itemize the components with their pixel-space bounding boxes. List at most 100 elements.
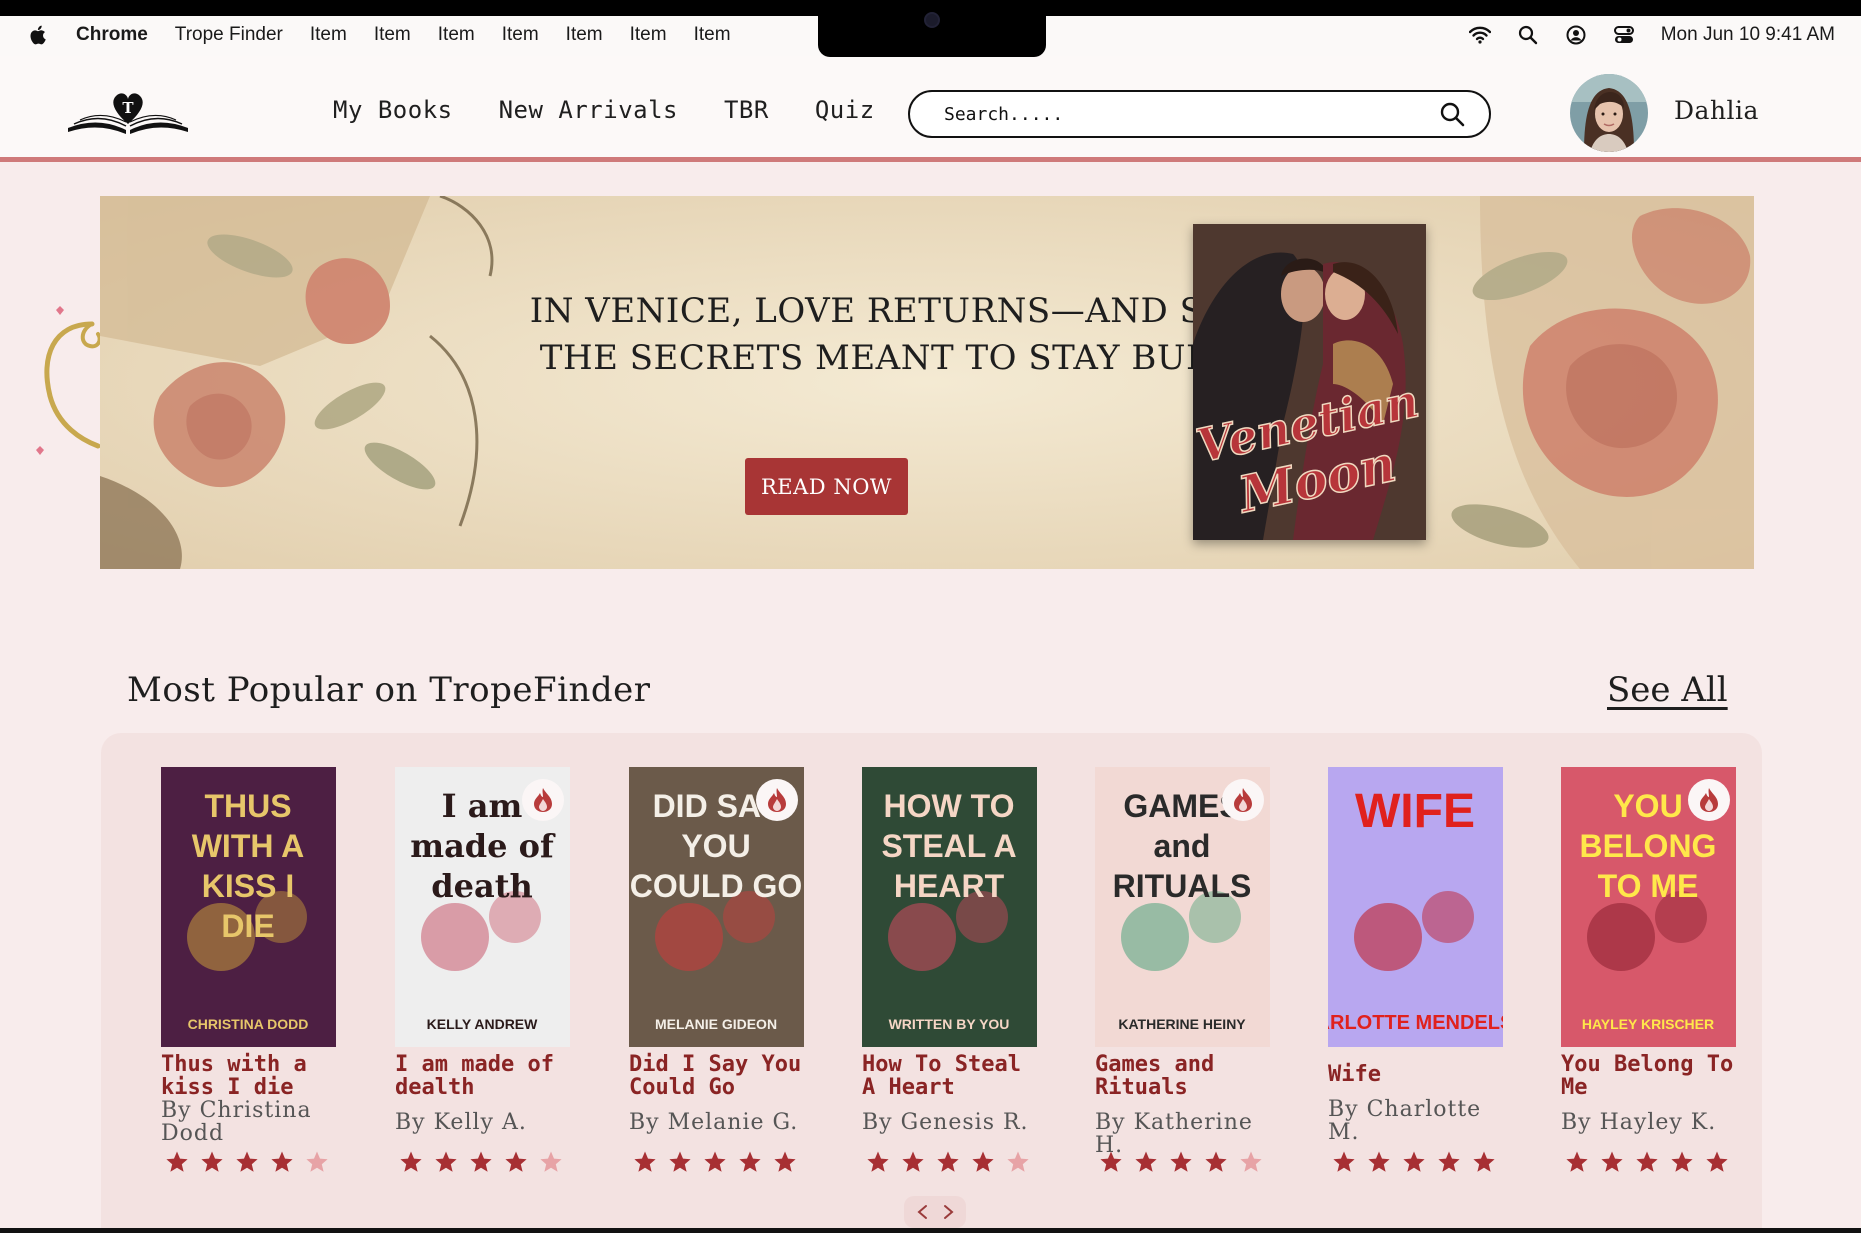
cover-title-text: KISS I	[202, 868, 294, 904]
book-title[interactable]: Games and Rituals	[1095, 1053, 1270, 1099]
spotlight-search-icon[interactable]	[1517, 24, 1539, 46]
book-cover[interactable]: WIFE CHARLOTTE MENDELSON	[1328, 767, 1503, 1047]
user-account-icon[interactable]	[1565, 24, 1587, 46]
book-card[interactable]: HOW TO STEAL A HEART WRITTEN BY YOU How To S…	[862, 767, 1037, 1134]
see-all-link[interactable]: See All	[1607, 670, 1728, 710]
cover-title-text: I am	[442, 787, 523, 825]
avatar[interactable]	[1570, 74, 1648, 152]
book-card[interactable]: GAMES and RITUALS KATHERINE HEINY Games and …	[1095, 767, 1270, 1157]
username[interactable]: Dahlia	[1674, 96, 1759, 125]
menu-trope-finder[interactable]: Trope Finder	[175, 24, 283, 46]
book-card[interactable]: WIFE CHARLOTTE MENDELSON Wife By Charlotte …	[1328, 767, 1503, 1144]
star-icon	[1170, 1151, 1192, 1172]
favorite-flame-icon[interactable]	[1222, 779, 1264, 821]
star-icon	[902, 1151, 924, 1172]
favorite-flame-icon[interactable]	[1688, 779, 1730, 821]
menu-item[interactable]: Item	[630, 24, 667, 46]
star-icon	[1706, 1151, 1728, 1172]
nav-tbr[interactable]: TBR	[724, 96, 769, 124]
book-title[interactable]: Thus with a kiss I die	[161, 1053, 336, 1099]
star-icon	[972, 1151, 994, 1172]
menu-item[interactable]: Item	[310, 24, 347, 46]
menu-chrome[interactable]: Chrome	[76, 24, 148, 46]
book-cover[interactable]: HOW TO STEAL A HEART WRITTEN BY YOU	[862, 767, 1037, 1047]
menu-item[interactable]: Item	[374, 24, 411, 46]
rating-stars	[1565, 1150, 1740, 1174]
cover-title-text: YOU	[681, 828, 750, 864]
chevron-right-icon[interactable]	[941, 1204, 955, 1220]
wifi-icon[interactable]	[1468, 24, 1491, 46]
control-center-icon[interactable]	[1613, 24, 1635, 46]
menu-item[interactable]: Item	[502, 24, 539, 46]
star-icon	[704, 1151, 726, 1172]
book-card[interactable]: I am made of death KELLY ANDREW I am made of…	[395, 767, 570, 1134]
main-nav: My Books New Arrivals TBR Quiz	[333, 96, 921, 124]
book-cover[interactable]: THUS WITH A KISS I DIE CHRISTINA DODD	[161, 767, 336, 1047]
cover-title-text: WIFE	[1355, 785, 1475, 838]
book-author: By Genesis R.	[862, 1110, 1029, 1135]
featured-book-cover[interactable]: Venetian Moon	[1193, 224, 1426, 540]
book-cover[interactable]: GAMES and RITUALS KATHERINE HEINY	[1095, 767, 1270, 1047]
star-icon	[1566, 1151, 1588, 1172]
read-now-button[interactable]: READ NOW	[745, 458, 908, 515]
cover-title-text: HEART	[894, 868, 1005, 904]
book-title[interactable]: How To Steal A Heart	[862, 1053, 1037, 1099]
star-icon	[1671, 1151, 1693, 1172]
star-icon	[1368, 1151, 1390, 1172]
cover-author-text: KELLY ANDREW	[427, 1016, 539, 1032]
favorite-flame-icon[interactable]	[522, 779, 564, 821]
book-cover[interactable]: I am made of death KELLY ANDREW	[395, 767, 570, 1047]
rating-stars	[1099, 1150, 1274, 1174]
nav-quiz[interactable]: Quiz	[815, 96, 875, 124]
cover-author-text: CHRISTINA DODD	[188, 1016, 309, 1032]
cover-author-text: HAYLEY KRISCHER	[1582, 1016, 1714, 1032]
nav-my-books[interactable]: My Books	[333, 96, 453, 124]
menu-item[interactable]: Item	[438, 24, 475, 46]
chevron-left-icon[interactable]	[916, 1204, 930, 1220]
book-author: By Hayley K.	[1561, 1110, 1717, 1135]
cover-title-text: TO ME	[1598, 868, 1699, 904]
cover-title-text: WITH A	[192, 828, 305, 864]
book-card[interactable]: DID SAY YOU COULD GO MELANIE GIDEON Did I Sa…	[629, 767, 804, 1134]
system-menu-bar: Chrome Trope Finder Item Item Item Item …	[0, 0, 1861, 57]
star-icon	[435, 1151, 457, 1172]
star-icon	[201, 1151, 223, 1172]
cover-title-text: DIE	[221, 908, 274, 944]
section-title: Most Popular on TropeFinder	[127, 670, 651, 710]
star-icon	[1007, 1151, 1029, 1172]
menu-item[interactable]: Item	[566, 24, 603, 46]
star-icon	[1438, 1151, 1460, 1172]
star-icon	[867, 1151, 889, 1172]
book-cover[interactable]: YOU BELONG TO ME HAYLEY KRISCHER	[1561, 767, 1736, 1047]
book-author: By Christina Dodd	[161, 1098, 312, 1146]
search-icon[interactable]	[1439, 101, 1465, 127]
camera-icon	[924, 12, 940, 28]
book-title[interactable]: Did I Say You Could Go	[629, 1053, 804, 1099]
star-icon	[634, 1151, 656, 1172]
star-icon	[1473, 1151, 1495, 1172]
tropefinder-logo-icon[interactable]: T	[64, 86, 192, 138]
book-card[interactable]: THUS WITH A KISS I DIE CHRISTINA DODD Thus wi…	[161, 767, 336, 1145]
star-icon	[400, 1151, 422, 1172]
nav-new-arrivals[interactable]: New Arrivals	[499, 96, 678, 124]
search-input[interactable]	[944, 103, 1439, 125]
book-title[interactable]: I am made of dealth	[395, 1053, 570, 1099]
menu-item[interactable]: Item	[694, 24, 731, 46]
cover-title-text: BELONG	[1580, 828, 1717, 864]
book-cover[interactable]: DID SAY YOU COULD GO MELANIE GIDEON	[629, 767, 804, 1047]
book-title[interactable]: You Belong To Me	[1561, 1053, 1736, 1099]
cover-author-text: KATHERINE HEINY	[1118, 1016, 1246, 1032]
favorite-flame-icon[interactable]	[756, 779, 798, 821]
book-title[interactable]: Wife	[1328, 1063, 1503, 1086]
book-author: By Charlotte M.	[1328, 1097, 1482, 1145]
apple-icon[interactable]	[28, 24, 50, 46]
star-icon	[1100, 1151, 1122, 1172]
search-bar[interactable]	[908, 90, 1491, 138]
cover-author-text: WRITTEN BY YOU	[889, 1016, 1010, 1032]
carousel-nav	[904, 1196, 966, 1228]
clock[interactable]: Mon Jun 10 9:41 AM	[1661, 24, 1835, 46]
hero-banner: IN VENICE, LOVE RETURNS—AND SO DO THE SE…	[100, 196, 1754, 569]
book-author: By Melanie G.	[629, 1110, 799, 1135]
book-card[interactable]: YOU BELONG TO ME HAYLEY KRISCHER You Belong …	[1561, 767, 1736, 1134]
book-author: By Kelly A.	[395, 1110, 527, 1135]
